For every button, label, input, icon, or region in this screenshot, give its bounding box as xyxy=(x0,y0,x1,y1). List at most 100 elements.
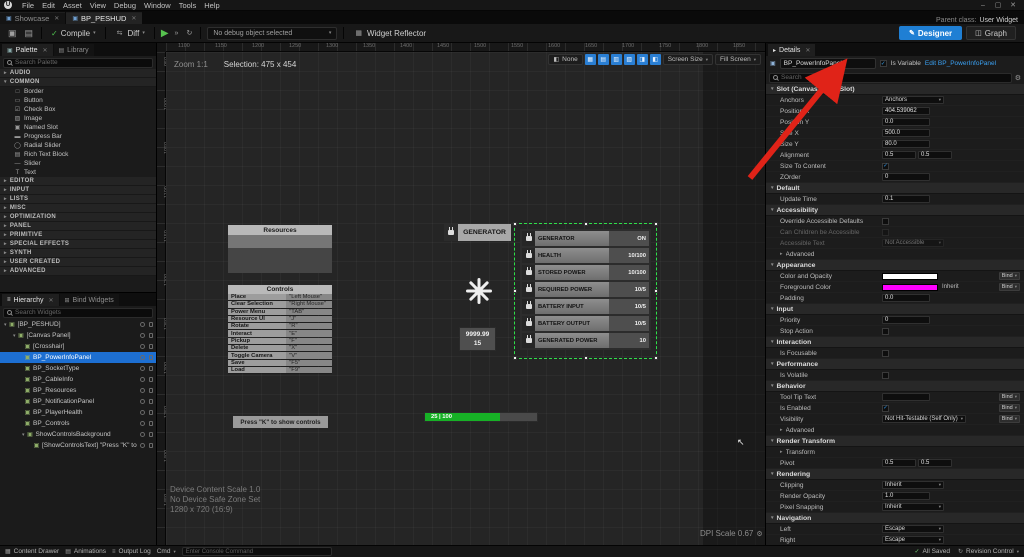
hierarchy-row[interactable]: ▣[ShowControlsText] "Press "K" to ..." xyxy=(0,440,156,451)
property-input[interactable]: 0.5 xyxy=(882,151,916,159)
palette-item-rich-text-block[interactable]: ▤Rich Text Block xyxy=(0,150,156,159)
save-icon[interactable]: ▣ xyxy=(6,28,19,39)
hierarchy-search-input[interactable]: Search Widgets xyxy=(3,308,153,318)
selection-handle[interactable] xyxy=(654,289,658,293)
compile-button[interactable]: ✓ Compile ▾ xyxy=(48,29,99,38)
progress-bar-widget[interactable]: 25 | 100 xyxy=(424,412,538,422)
palette-group-editor[interactable]: ▸EDITOR xyxy=(0,177,156,186)
lock-icon[interactable] xyxy=(149,355,153,360)
number-display-widget[interactable]: 9999.99 15 xyxy=(459,327,496,351)
property-input[interactable]: 0.0 xyxy=(882,118,930,126)
section-rendering[interactable]: ▾Rendering xyxy=(766,469,1024,480)
section-behavior[interactable]: ▾Behavior xyxy=(766,381,1024,392)
palette-item-slider[interactable]: —Slider xyxy=(0,159,156,168)
close-icon[interactable]: ✕ xyxy=(54,15,59,22)
property-checkbox[interactable] xyxy=(882,350,889,357)
tab-library[interactable]: ▤ Library xyxy=(54,44,94,56)
property-checkbox[interactable]: ✓ xyxy=(882,405,889,412)
property-input[interactable]: 80.0 xyxy=(882,140,930,148)
widget-reflector-button[interactable]: ▦ Widget Reflector xyxy=(350,29,429,38)
toggle-guides-button[interactable]: ▧ xyxy=(624,54,635,65)
section-interaction[interactable]: ▾Interaction xyxy=(766,337,1024,348)
toggle-grid-button[interactable]: ▤ xyxy=(598,54,609,65)
canvas-surface[interactable]: Zoom 1:1 Selection: 475 x 454 ◧ None ▦ ▤… xyxy=(166,52,765,545)
property-dropdown[interactable]: Inherit▾ xyxy=(882,503,944,511)
hierarchy-row[interactable]: ▣BP_SocketType xyxy=(0,363,156,374)
property-dropdown[interactable]: Escape▾ xyxy=(882,525,944,533)
graph-tab-button[interactable]: ◫ Graph xyxy=(966,26,1016,40)
palette-group-advanced[interactable]: ▸ADVANCED xyxy=(0,267,156,276)
preview-none-button[interactable]: ◧ None xyxy=(548,54,582,65)
section-render-transform[interactable]: ▾Render Transform xyxy=(766,436,1024,447)
lock-icon[interactable] xyxy=(149,399,153,404)
animations-button[interactable]: ▤ Animations xyxy=(65,548,106,555)
palette-group-optimization[interactable]: ▸OPTIMIZATION xyxy=(0,213,156,222)
palette-item-radial-slider[interactable]: ◯Radial Slider xyxy=(0,141,156,150)
menu-item-help[interactable]: Help xyxy=(200,0,223,11)
browse-icon[interactable]: ▤ xyxy=(23,28,36,39)
selection-handle[interactable] xyxy=(654,222,658,226)
menu-item-debug[interactable]: Debug xyxy=(110,0,140,11)
tab-palette[interactable]: ▣ Palette ✕ xyxy=(2,44,53,56)
debug-object-dropdown[interactable]: No debug object selected ▾ xyxy=(207,27,337,40)
toggle-snap-button[interactable]: ▥ xyxy=(611,54,622,65)
lock-icon[interactable] xyxy=(149,366,153,371)
palette-item-text[interactable]: TText xyxy=(0,168,156,177)
property-dropdown[interactable]: Anchors▾ xyxy=(882,96,944,104)
palette-group-input[interactable]: ▸INPUT xyxy=(0,186,156,195)
palette-group-synth[interactable]: ▸SYNTH xyxy=(0,249,156,258)
selection-handle[interactable] xyxy=(584,356,588,360)
property-input[interactable]: 404.539062 xyxy=(882,107,930,115)
palette-item-progress-bar[interactable]: ▬Progress Bar xyxy=(0,132,156,141)
selection-handle[interactable] xyxy=(513,222,517,226)
palette-group-misc[interactable]: ▸MISC xyxy=(0,204,156,213)
section-input[interactable]: ▾Input xyxy=(766,304,1024,315)
property-checkbox[interactable] xyxy=(882,328,889,335)
menu-item-window[interactable]: Window xyxy=(140,0,175,11)
close-icon[interactable]: ✕ xyxy=(805,47,810,54)
selection-handle[interactable] xyxy=(513,289,517,293)
lock-icon[interactable] xyxy=(149,344,153,349)
palette-item-button[interactable]: ▭Button xyxy=(0,96,156,105)
hierarchy-row[interactable]: ▣BP_PlayerHealth xyxy=(0,407,156,418)
lock-icon[interactable] xyxy=(149,377,153,382)
hierarchy-row[interactable]: ▣BP_PowerInfoPanel xyxy=(0,352,156,363)
hierarchy-row[interactable]: ▾▣[BP_PESHUD] xyxy=(0,319,156,330)
menu-item-file[interactable]: File xyxy=(18,0,38,11)
tab-details[interactable]: ▸ Details ✕ xyxy=(768,44,815,56)
hierarchy-row[interactable]: ▣BP_Resources xyxy=(0,385,156,396)
generator-button-widget[interactable]: GENERATOR xyxy=(444,224,511,241)
press-k-widget[interactable]: Press "K" to show controls xyxy=(233,416,328,428)
tab-bp_peshud[interactable]: ▣BP_PESHUD✕ xyxy=(66,12,142,24)
property-input[interactable]: 1.0 xyxy=(882,492,930,500)
palette-item-check-box[interactable]: ☑Check Box xyxy=(0,105,156,114)
toggle-safezone-button[interactable]: ◨ xyxy=(637,54,648,65)
property-input[interactable] xyxy=(882,393,930,401)
property-input[interactable]: 0.5 xyxy=(918,459,952,467)
palette-group-lists[interactable]: ▸LISTS xyxy=(0,195,156,204)
visibility-icon[interactable] xyxy=(140,410,145,415)
expander-caret-icon[interactable]: ▸ xyxy=(780,449,783,455)
lock-icon[interactable] xyxy=(149,421,153,426)
property-input[interactable]: 0 xyxy=(882,316,930,324)
close-icon[interactable]: ✕ xyxy=(131,15,136,22)
resources-widget[interactable]: Resources xyxy=(228,225,332,273)
visibility-icon[interactable] xyxy=(140,443,145,448)
property-dropdown[interactable]: Escape▾ xyxy=(882,536,944,544)
refresh-icon[interactable]: ↻ xyxy=(184,29,194,37)
visibility-icon[interactable] xyxy=(140,399,145,404)
palette-group-audio[interactable]: ▸AUDIO xyxy=(0,69,156,78)
visibility-icon[interactable] xyxy=(140,377,145,382)
is-variable-checkbox[interactable]: ✓ xyxy=(880,60,887,67)
lock-icon[interactable] xyxy=(149,333,153,338)
play-button[interactable]: ▶ xyxy=(161,28,169,39)
property-dropdown[interactable]: Not Accessible▾ xyxy=(882,239,944,247)
color-swatch[interactable] xyxy=(882,284,938,291)
lock-icon[interactable] xyxy=(149,432,153,437)
diff-button[interactable]: ⇆ Diff ▾ xyxy=(112,29,148,38)
visibility-icon[interactable] xyxy=(140,344,145,349)
hierarchy-row[interactable]: ▾▣[Canvas Panel] xyxy=(0,330,156,341)
tab-showcase[interactable]: ▣Showcase✕ xyxy=(0,12,65,24)
hierarchy-row[interactable]: ▣BP_Controls xyxy=(0,418,156,429)
lock-icon[interactable] xyxy=(149,410,153,415)
